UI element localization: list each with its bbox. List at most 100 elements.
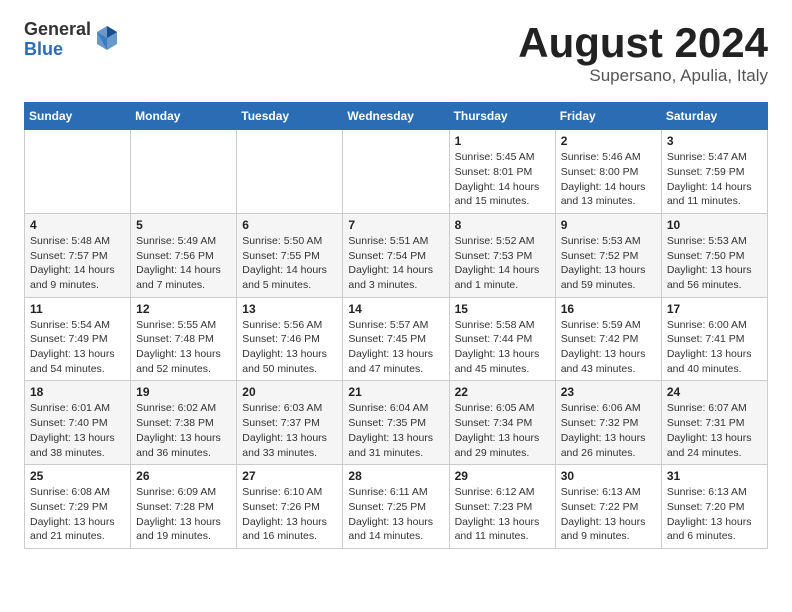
day-cell: 25Sunrise: 6:08 AMSunset: 7:29 PMDayligh…	[25, 465, 131, 549]
day-info: Sunrise: 6:03 AMSunset: 7:37 PMDaylight:…	[242, 401, 337, 460]
day-header-tuesday: Tuesday	[237, 103, 343, 130]
day-number: 1	[455, 134, 550, 148]
day-info: Sunrise: 5:53 AMSunset: 7:50 PMDaylight:…	[667, 234, 762, 293]
title-location: Supersano, Apulia, Italy	[518, 66, 768, 86]
day-cell: 22Sunrise: 6:05 AMSunset: 7:34 PMDayligh…	[449, 381, 555, 465]
day-info: Sunrise: 6:12 AMSunset: 7:23 PMDaylight:…	[455, 485, 550, 544]
day-cell	[237, 130, 343, 214]
day-info: Sunrise: 5:51 AMSunset: 7:54 PMDaylight:…	[348, 234, 443, 293]
day-cell: 15Sunrise: 5:58 AMSunset: 7:44 PMDayligh…	[449, 297, 555, 381]
day-info: Sunrise: 6:13 AMSunset: 7:22 PMDaylight:…	[561, 485, 656, 544]
day-cell: 16 Sunrise: 5:59 AMSunset: 7:42 PMDayligh…	[555, 297, 661, 381]
day-info: Sunrise: 6:11 AMSunset: 7:25 PMDaylight:…	[348, 485, 443, 544]
day-cell: 23Sunrise: 6:06 AMSunset: 7:32 PMDayligh…	[555, 381, 661, 465]
day-number: 30	[561, 469, 656, 483]
day-number: 4	[30, 218, 125, 232]
logo-blue: Blue	[24, 40, 91, 60]
day-number: 17	[667, 302, 762, 316]
day-number: 19	[136, 385, 231, 399]
day-info: Sunrise: 6:07 AMSunset: 7:31 PMDaylight:…	[667, 401, 762, 460]
day-info: Sunrise: 5:50 AMSunset: 7:55 PMDaylight:…	[242, 234, 337, 293]
day-number: 28	[348, 469, 443, 483]
day-header-sunday: Sunday	[25, 103, 131, 130]
day-info: Sunrise: 5:57 AMSunset: 7:45 PMDaylight:…	[348, 318, 443, 377]
day-cell: 5Sunrise: 5:49 AMSunset: 7:56 PMDaylight…	[131, 213, 237, 297]
day-cell: 31Sunrise: 6:13 AMSunset: 7:20 PMDayligh…	[661, 465, 767, 549]
title-block: August 2024 Supersano, Apulia, Italy	[518, 20, 768, 86]
week-row-1: 1 Sunrise: 5:45 AMSunset: 8:01 PMDaylight…	[25, 130, 768, 214]
day-info: Sunrise: 6:01 AMSunset: 7:40 PMDaylight:…	[30, 401, 125, 460]
day-cell: 6Sunrise: 5:50 AMSunset: 7:55 PMDaylight…	[237, 213, 343, 297]
day-cell: 9 Sunrise: 5:53 AMSunset: 7:52 PMDaylight…	[555, 213, 661, 297]
day-info: Sunrise: 5:46 AMSunset: 8:00 PMDaylight:…	[561, 150, 656, 209]
day-info: Sunrise: 5:53 AMSunset: 7:52 PMDaylight:…	[561, 234, 656, 293]
week-row-5: 25Sunrise: 6:08 AMSunset: 7:29 PMDayligh…	[25, 465, 768, 549]
day-number: 9	[561, 218, 656, 232]
day-number: 26	[136, 469, 231, 483]
day-number: 3	[667, 134, 762, 148]
day-cell: 3 Sunrise: 5:47 AMSunset: 7:59 PMDaylight…	[661, 130, 767, 214]
day-info: Sunrise: 5:47 AMSunset: 7:59 PMDaylight:…	[667, 150, 762, 209]
day-number: 24	[667, 385, 762, 399]
day-header-thursday: Thursday	[449, 103, 555, 130]
day-number: 16	[561, 302, 656, 316]
day-number: 31	[667, 469, 762, 483]
day-cell	[131, 130, 237, 214]
day-header-wednesday: Wednesday	[343, 103, 449, 130]
day-header-friday: Friday	[555, 103, 661, 130]
day-info: Sunrise: 5:48 AMSunset: 7:57 PMDaylight:…	[30, 234, 125, 293]
logo: General Blue	[24, 20, 119, 60]
day-cell: 21 Sunrise: 6:04 AMSunset: 7:35 PMDayligh…	[343, 381, 449, 465]
day-cell: 2 Sunrise: 5:46 AMSunset: 8:00 PMDaylight…	[555, 130, 661, 214]
header: General Blue August 2024 Supersano, Apul…	[24, 20, 768, 86]
day-cell: 28 Sunrise: 6:11 AMSunset: 7:25 PMDayligh…	[343, 465, 449, 549]
day-number: 25	[30, 469, 125, 483]
day-number: 8	[455, 218, 550, 232]
day-info: Sunrise: 6:00 AMSunset: 7:41 PMDaylight:…	[667, 318, 762, 377]
calendar-table: SundayMondayTuesdayWednesdayThursdayFrid…	[24, 102, 768, 549]
day-info: Sunrise: 5:55 AMSunset: 7:48 PMDaylight:…	[136, 318, 231, 377]
day-cell: 1 Sunrise: 5:45 AMSunset: 8:01 PMDaylight…	[449, 130, 555, 214]
week-row-3: 11Sunrise: 5:54 AMSunset: 7:49 PMDayligh…	[25, 297, 768, 381]
days-header-row: SundayMondayTuesdayWednesdayThursdayFrid…	[25, 103, 768, 130]
day-number: 18	[30, 385, 125, 399]
day-cell: 13 Sunrise: 5:56 AMSunset: 7:46 PMDayligh…	[237, 297, 343, 381]
week-row-4: 18 Sunrise: 6:01 AMSunset: 7:40 PMDayligh…	[25, 381, 768, 465]
day-number: 15	[455, 302, 550, 316]
day-info: Sunrise: 6:05 AMSunset: 7:34 PMDaylight:…	[455, 401, 550, 460]
day-cell: 20Sunrise: 6:03 AMSunset: 7:37 PMDayligh…	[237, 381, 343, 465]
day-cell: 4 Sunrise: 5:48 AMSunset: 7:57 PMDaylight…	[25, 213, 131, 297]
day-number: 5	[136, 218, 231, 232]
day-number: 10	[667, 218, 762, 232]
day-cell: 27Sunrise: 6:10 AMSunset: 7:26 PMDayligh…	[237, 465, 343, 549]
day-number: 7	[348, 218, 443, 232]
day-info: Sunrise: 5:56 AMSunset: 7:46 PMDaylight:…	[242, 318, 337, 377]
day-info: Sunrise: 6:02 AMSunset: 7:38 PMDaylight:…	[136, 401, 231, 460]
day-cell: 26 Sunrise: 6:09 AMSunset: 7:28 PMDayligh…	[131, 465, 237, 549]
day-number: 13	[242, 302, 337, 316]
day-cell: 14Sunrise: 5:57 AMSunset: 7:45 PMDayligh…	[343, 297, 449, 381]
week-row-2: 4 Sunrise: 5:48 AMSunset: 7:57 PMDaylight…	[25, 213, 768, 297]
day-number: 2	[561, 134, 656, 148]
day-info: Sunrise: 5:45 AMSunset: 8:01 PMDaylight:…	[455, 150, 550, 209]
day-number: 29	[455, 469, 550, 483]
day-cell: 12 Sunrise: 5:55 AMSunset: 7:48 PMDayligh…	[131, 297, 237, 381]
day-number: 23	[561, 385, 656, 399]
day-number: 21	[348, 385, 443, 399]
day-info: Sunrise: 6:09 AMSunset: 7:28 PMDaylight:…	[136, 485, 231, 544]
day-info: Sunrise: 6:04 AMSunset: 7:35 PMDaylight:…	[348, 401, 443, 460]
day-info: Sunrise: 5:59 AMSunset: 7:42 PMDaylight:…	[561, 318, 656, 377]
day-header-monday: Monday	[131, 103, 237, 130]
day-cell: 19 Sunrise: 6:02 AMSunset: 7:38 PMDayligh…	[131, 381, 237, 465]
page: General Blue August 2024 Supersano, Apul…	[0, 0, 792, 569]
day-cell	[343, 130, 449, 214]
day-number: 12	[136, 302, 231, 316]
day-cell: 10 Sunrise: 5:53 AMSunset: 7:50 PMDayligh…	[661, 213, 767, 297]
day-cell: 29 Sunrise: 6:12 AMSunset: 7:23 PMDayligh…	[449, 465, 555, 549]
day-number: 11	[30, 302, 125, 316]
title-month: August 2024	[518, 20, 768, 66]
day-header-saturday: Saturday	[661, 103, 767, 130]
day-number: 27	[242, 469, 337, 483]
day-cell: 24 Sunrise: 6:07 AMSunset: 7:31 PMDayligh…	[661, 381, 767, 465]
day-cell	[25, 130, 131, 214]
